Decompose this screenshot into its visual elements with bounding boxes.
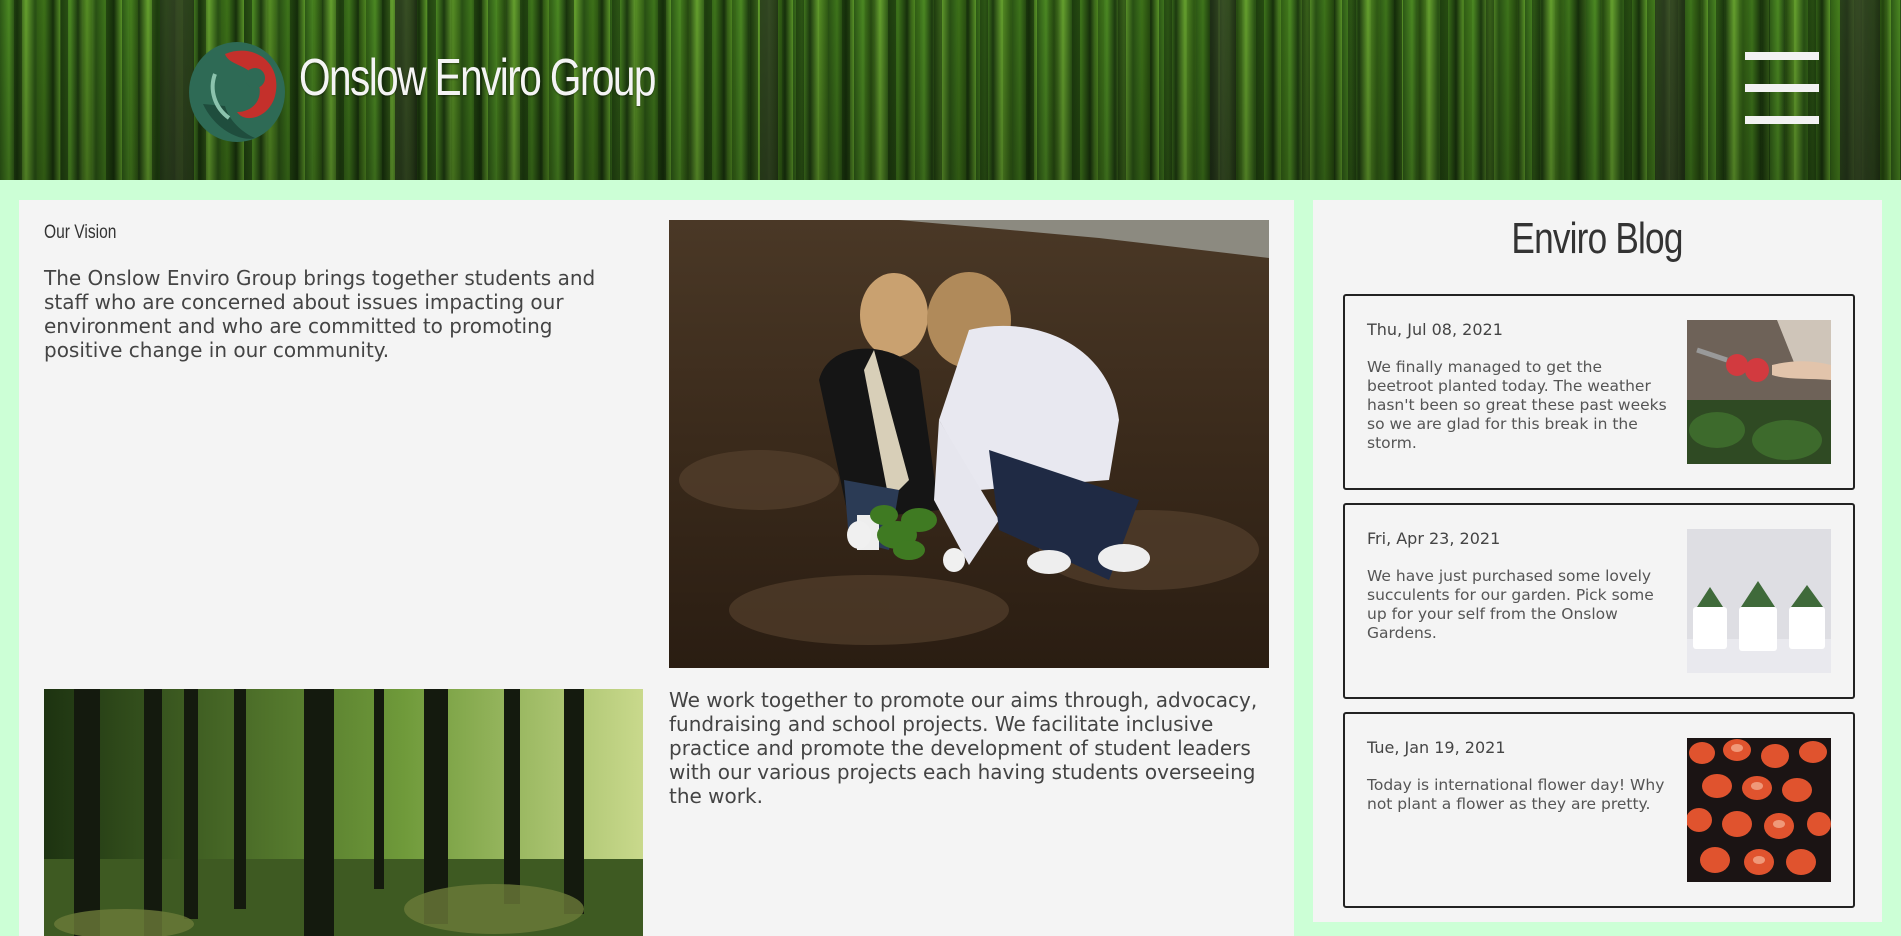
vision-panel: Our Vision The Onslow Enviro Group bring… [19,200,1294,936]
menu-bar [1745,116,1819,124]
blog-post-card[interactable]: Fri, Apr 23, 2021 We have just purchased… [1343,503,1855,699]
work-text: We work together to promote our aims thr… [669,688,1258,808]
blog-post-excerpt: We have just purchased some lovely succu… [1367,567,1654,642]
beetroot-thumbnail [1687,320,1831,464]
forest-photo [44,689,643,936]
blog-post-card[interactable]: Thu, Jul 08, 2021 We finally managed to … [1343,294,1855,490]
blog-title: Enviro Blog [1313,214,1882,264]
students-planting-photo [669,220,1269,668]
site-title[interactable]: Onslow Enviro Group [299,48,656,108]
hamburger-menu-icon[interactable] [1745,52,1819,124]
blog-post-card[interactable]: Tue, Jan 19, 2021 Today is international… [1343,712,1855,908]
menu-bar [1745,52,1819,60]
vision-heading: Our Vision [44,222,117,243]
blog-panel: Enviro Blog Thu, Jul 08, 2021 We finally… [1313,200,1882,922]
blog-post-date: Fri, Apr 23, 2021 [1367,529,1501,548]
menu-bar [1745,84,1819,92]
blog-title-text: Enviro Blog [1511,214,1684,263]
koru-bird-logo-icon[interactable] [185,34,289,146]
tulips-thumbnail [1687,738,1831,882]
site-header: Onslow Enviro Group [0,0,1901,180]
blog-post-date: Thu, Jul 08, 2021 [1367,320,1503,339]
blog-post-excerpt: Today is international flower day! Why n… [1367,776,1665,813]
blog-post-date: Tue, Jan 19, 2021 [1367,738,1506,757]
succulents-thumbnail [1687,529,1831,673]
vision-text: The Onslow Enviro Group brings together … [44,266,596,362]
blog-post-excerpt: We finally managed to get the beetroot p… [1367,358,1667,452]
